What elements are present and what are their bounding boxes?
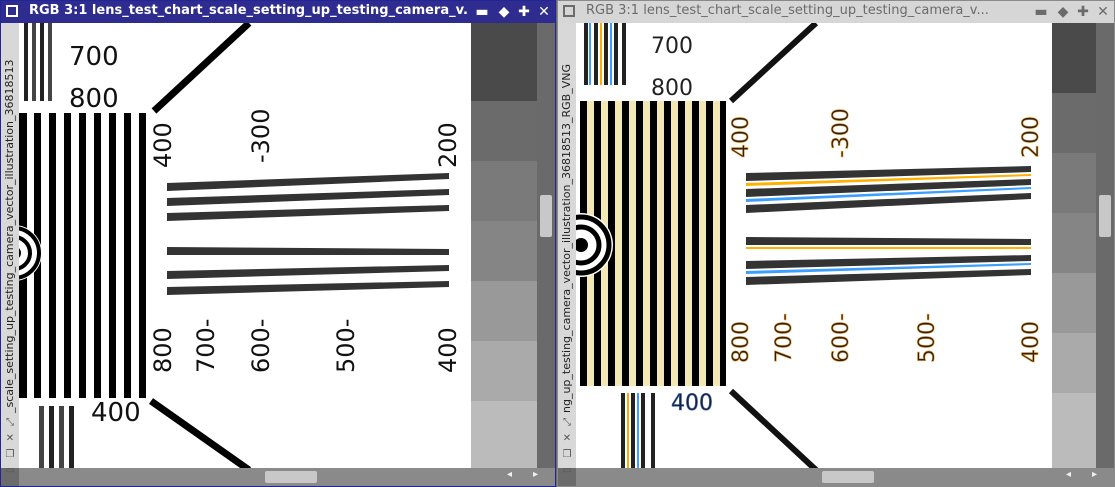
label-bottom-700: 700- <box>772 313 797 363</box>
label-bottom-500: 500- <box>332 319 360 373</box>
label-bottom-500: 500- <box>915 313 940 363</box>
maximize-button[interactable]: ◆ <box>1054 3 1072 21</box>
side-copy-icon[interactable]: ❐ <box>1 447 19 463</box>
window-image-icon <box>6 5 18 17</box>
right-window-title: RGB 3:1 lens_test_chart_scale_setting_up… <box>586 3 989 18</box>
label-top-300: -300 <box>247 109 275 163</box>
left-gray-step-panel <box>471 23 537 468</box>
left-image-view[interactable]: 700 800 400 -300 200 800 700- 600- 500- … <box>19 23 537 468</box>
window-image-icon <box>563 5 575 17</box>
label-bottom-700: 700- <box>192 319 220 373</box>
right-titlebar[interactable]: RGB 3:1 lens_test_chart_scale_setting_up… <box>558 1 1114 23</box>
close-button[interactable]: ✕ <box>1094 3 1112 21</box>
left-horizontal-scrollbar[interactable]: ◂ ▸ <box>19 468 555 486</box>
label-top-800: 800 <box>651 76 693 101</box>
label-top-200: 200 <box>1019 116 1044 158</box>
left-vertical-scrollbar[interactable] <box>537 23 555 468</box>
pin-button[interactable]: ✚ <box>1074 3 1092 21</box>
right-gray-step-panel <box>1052 23 1096 468</box>
right-image-window[interactable]: RGB 3:1 lens_test_chart_scale_setting_up… <box>557 0 1115 487</box>
label-bottom-800: 800 <box>729 321 754 363</box>
left-side-label: _scale_setting_up_testing_camera_vector_… <box>3 59 16 414</box>
label-lower-400: 400 <box>671 391 713 416</box>
side-copy-icon[interactable]: ❐ <box>558 447 576 463</box>
right-image-view[interactable]: 700 800 400 -300 200 800 700- 600- 500- … <box>576 23 1096 468</box>
label-top-700: 700 <box>651 34 693 59</box>
side-zoom-icon[interactable]: ⤡ <box>1 415 19 431</box>
label-top-300: -300 <box>829 108 854 158</box>
left-side-icons: ⤡ ✕ ❐ ▭ <box>1 415 19 476</box>
side-fit-icon[interactable]: ✕ <box>1 431 19 447</box>
left-window-title: RGB 3:1 lens_test_chart_scale_setting_up… <box>29 3 469 18</box>
side-zoom-icon[interactable]: ⤡ <box>558 415 576 431</box>
right-side-label: ng_up_testing_camera_vector_illustration… <box>560 64 573 413</box>
side-page-icon[interactable]: ▭ <box>1 463 19 479</box>
scroll-right-icon[interactable]: ▸ <box>1092 469 1097 480</box>
label-top-400: 400 <box>729 116 754 158</box>
pin-button[interactable]: ✚ <box>515 3 533 21</box>
left-chart-image: 700 800 400 -300 200 800 700- 600- 500- … <box>19 23 537 468</box>
scroll-left-icon[interactable]: ◂ <box>507 469 512 480</box>
left-horizontal-scroll-thumb[interactable] <box>265 471 317 483</box>
right-side-label-container: ng_up_testing_camera_vector_illustration… <box>558 23 576 423</box>
right-vertical-scroll-thumb[interactable] <box>1099 195 1111 237</box>
right-side-icons: ⤡ ✕ ❐ ▭ <box>558 415 576 476</box>
label-lower-400: 400 <box>91 398 141 428</box>
horizontal-wedge-group-bottom <box>167 247 449 295</box>
scroll-left-icon[interactable]: ◂ <box>1066 469 1071 480</box>
close-button[interactable]: ✕ <box>535 3 553 21</box>
scroll-right-icon[interactable]: ▸ <box>533 469 538 480</box>
label-bottom-600: 600- <box>247 319 275 373</box>
right-horizontal-scrollbar[interactable]: ◂ ▸ <box>576 468 1114 486</box>
label-bottom-600: 600- <box>829 313 854 363</box>
side-fit-icon[interactable]: ✕ <box>558 431 576 447</box>
label-bottom-800: 800 <box>149 327 177 373</box>
right-vertical-scrollbar[interactable] <box>1096 23 1114 468</box>
minimize-button[interactable]: ▬ <box>1032 3 1050 21</box>
maximize-button[interactable]: ◆ <box>495 3 513 21</box>
label-top-200: 200 <box>434 122 462 168</box>
label-bottom-400: 400 <box>1019 321 1044 363</box>
label-top-700: 700 <box>69 42 119 72</box>
minimize-button[interactable]: ▬ <box>473 3 491 21</box>
side-page-icon[interactable]: ▭ <box>558 463 576 479</box>
left-image-window[interactable]: RGB 3:1 lens_test_chart_scale_setting_up… <box>0 0 556 487</box>
label-top-800: 800 <box>69 84 119 114</box>
left-vertical-scroll-thumb[interactable] <box>540 195 552 237</box>
left-titlebar[interactable]: RGB 3:1 lens_test_chart_scale_setting_up… <box>1 1 555 23</box>
label-bottom-400: 400 <box>434 327 462 373</box>
label-top-400: 400 <box>149 122 177 168</box>
left-side-label-container: _scale_setting_up_testing_camera_vector_… <box>1 23 19 423</box>
right-horizontal-scroll-thumb[interactable] <box>822 471 874 483</box>
right-chart-image: 700 800 400 -300 200 800 700- 600- 500- … <box>576 23 1096 468</box>
